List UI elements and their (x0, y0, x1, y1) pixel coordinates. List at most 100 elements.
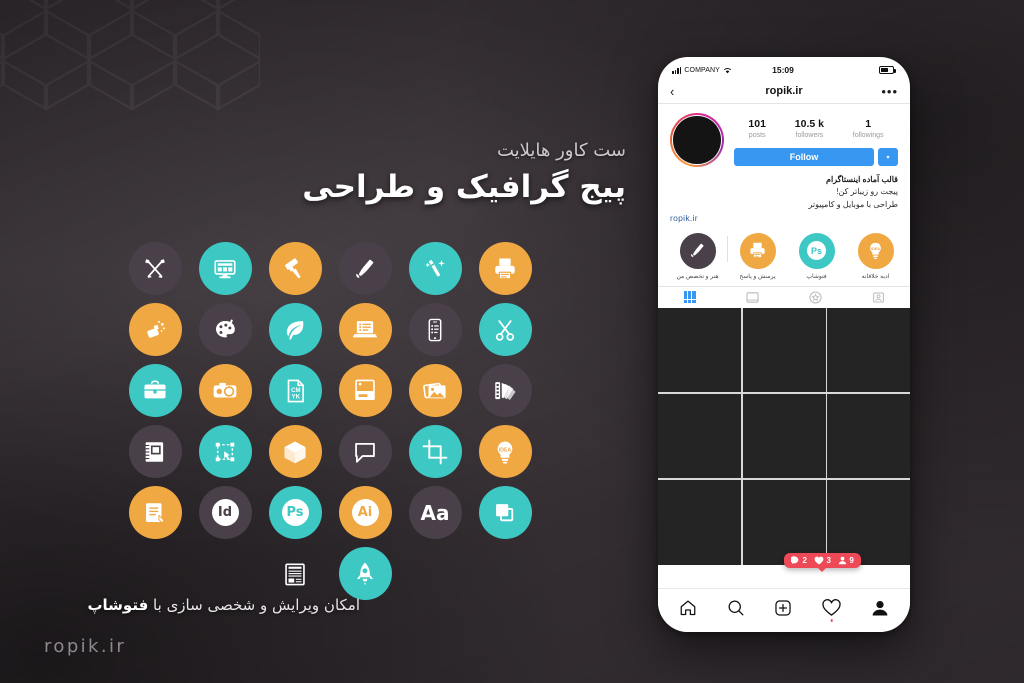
comments-count: 2 (802, 556, 807, 565)
nav-add-post[interactable] (774, 599, 792, 617)
paintbrush-icon (678, 231, 717, 270)
follow-button[interactable]: Follow (734, 148, 874, 167)
icon-cell (120, 299, 190, 360)
icon-cell: Ps (260, 482, 330, 543)
cmyk-file-icon: CM YK (268, 364, 322, 417)
indesign-id-icon: Id (198, 486, 252, 539)
highlight-label: فتوشاپ (806, 273, 827, 280)
idea-lightbulb-icon: IDEA (478, 425, 532, 478)
story-highlights: هنر و تخصص من پرسش و پاسخ Ps فتوشاپ IDEA ادیه… (668, 226, 910, 284)
icon-row: IDEA (120, 421, 540, 482)
signal-bars-icon (672, 66, 682, 74)
post-thumbnail[interactable] (742, 393, 826, 479)
icon-cell (120, 421, 190, 482)
svg-text:IDEA: IDEA (871, 247, 880, 251)
bio-link[interactable]: ropik.ir (670, 211, 898, 225)
status-bar: COMPANY 15:09 (658, 57, 910, 79)
nav-profile[interactable] (871, 599, 889, 617)
profile-header: 101 posts 10.5 k followers 1 followings Follo… (658, 104, 910, 167)
icon-cell (260, 299, 330, 360)
avatar-ring[interactable] (670, 113, 724, 167)
icon-row (120, 299, 540, 360)
back-icon[interactable]: ‹ (670, 85, 690, 98)
post-thumbnail[interactable] (742, 479, 826, 565)
status-bar-right (794, 66, 896, 74)
highlight-item[interactable] (905, 232, 910, 280)
typography-aa-icon: Aa (408, 486, 462, 539)
ps-glyph: Ps (807, 241, 826, 261)
mobile-phone-icon (408, 303, 462, 356)
stat-item[interactable]: 101 posts (748, 118, 766, 140)
icon-row (120, 238, 540, 299)
nav-home[interactable] (679, 599, 697, 617)
stat-item[interactable]: 10.5 k followers (795, 118, 824, 140)
vector-nodes-icon (198, 425, 252, 478)
post-thumbnail[interactable] (827, 393, 910, 479)
headline-block: ست کاور هایلایت پیج گرافیک و طراحی (302, 140, 626, 206)
wifi-icon (723, 67, 732, 73)
post-thumbnail[interactable] (827, 479, 910, 565)
person-icon (838, 556, 847, 565)
icon-cell (190, 421, 260, 482)
stat-number: 101 (748, 118, 766, 130)
rocket-launch-icon (338, 547, 392, 600)
home-icon (680, 600, 696, 615)
post-thumbnail[interactable] (742, 307, 826, 393)
icon-cell (330, 360, 400, 421)
palette-icon (198, 303, 252, 356)
icon-cell (330, 299, 400, 360)
icon-cell (400, 543, 470, 604)
stat-item[interactable]: 1 followings (853, 118, 884, 140)
profile-tabs (658, 285, 910, 308)
stats-column: 101 posts 10.5 k followers 1 followings Follo… (724, 113, 898, 167)
icon-cell: CM YK (260, 360, 330, 421)
highlight-item[interactable]: پرسش و پاسخ (728, 231, 787, 280)
icon-cell (400, 238, 470, 299)
magic-wand-icon (408, 242, 462, 295)
bottom-navigation (658, 588, 910, 632)
stat-number: 10.5 k (794, 118, 824, 130)
post-thumbnail[interactable] (658, 307, 741, 393)
nav-activity[interactable] (822, 598, 841, 622)
icon-cell (120, 360, 190, 421)
tab-grid[interactable] (658, 291, 721, 304)
highlight-label: ادیه خلاقانه (861, 273, 890, 280)
icon-cell (400, 299, 470, 360)
printer-icon (478, 242, 532, 295)
likes-count: 3 (826, 556, 831, 565)
nav-search[interactable] (727, 599, 745, 617)
post-thumbnail[interactable] (658, 393, 741, 479)
more-options-icon[interactable]: ••• (878, 85, 898, 98)
post-thumbnail[interactable] (658, 479, 741, 565)
post-thumbnail[interactable] (827, 307, 910, 393)
notebook-icon (128, 425, 182, 478)
laptop-list-icon (338, 303, 392, 356)
app-header: ‹ ropik.ir ••• (658, 79, 910, 104)
tab-saved[interactable] (784, 291, 847, 304)
follow-dropdown-caret-icon[interactable]: ▾ (878, 148, 898, 167)
briefcase-icon (128, 364, 182, 417)
business-card-icon (338, 364, 392, 417)
caption-bold: فتوشاپ (87, 596, 149, 614)
caption-text: امکان ویرایش و شخصی سازی با (148, 596, 360, 614)
highlight-item[interactable]: Ps فتوشاپ (787, 231, 846, 280)
highlight-label: هنر و تخصص من (676, 273, 719, 280)
headline-title: پیج گرافیک و طراحی (302, 168, 626, 205)
comment-bubble-icon (791, 556, 799, 565)
tab-reels[interactable] (721, 291, 784, 304)
icon-cell: Id (190, 482, 260, 543)
icon-cell (400, 421, 470, 482)
highlight-item[interactable]: IDEA ادیه خلاقانه (846, 231, 905, 280)
tab-tagged[interactable] (847, 291, 910, 304)
stat-label: followers (795, 132, 824, 140)
photoshop-ps-icon: Ps (797, 231, 836, 270)
photoshop-ps-icon: Ps (268, 486, 322, 539)
icon-row (120, 543, 540, 604)
icon-cell (120, 543, 190, 604)
crop-tool-icon (408, 425, 462, 478)
icon-cell (260, 543, 330, 604)
highlight-item[interactable]: هنر و تخصص من (668, 231, 727, 280)
svg-text:YK: YK (292, 394, 301, 400)
id-glyph: Id (211, 499, 239, 526)
icon-cell (330, 421, 400, 482)
